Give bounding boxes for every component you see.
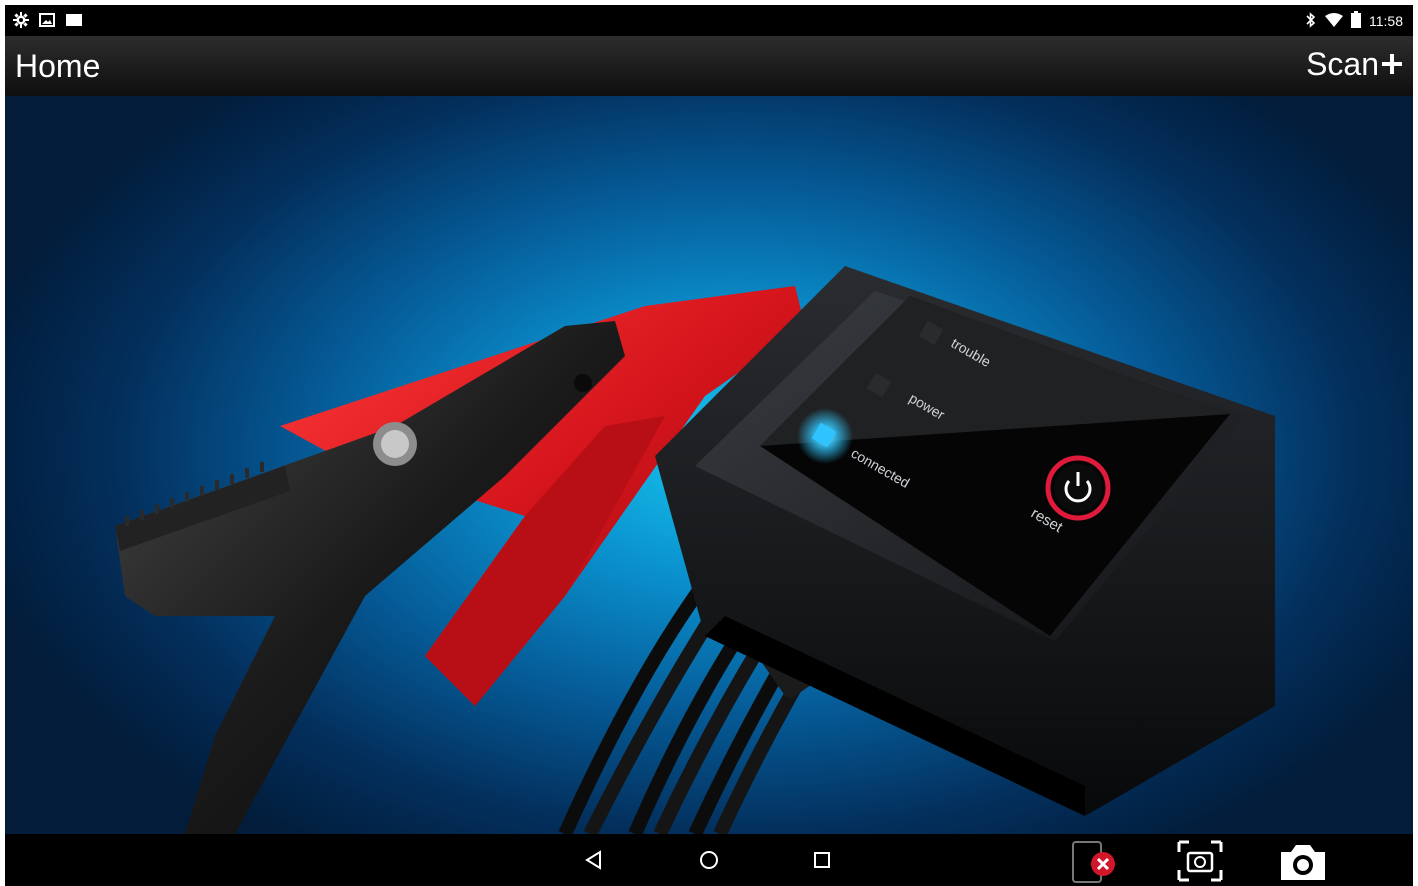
- reset-power-icon: [1045, 455, 1111, 521]
- bluetooth-icon: [1305, 11, 1317, 31]
- page-title: Home: [15, 48, 101, 84]
- home-icon[interactable]: [693, 844, 725, 876]
- settings-notification-icon: [13, 12, 29, 33]
- status-bar: 11:58: [5, 5, 1413, 36]
- camera-icon[interactable]: [1277, 840, 1329, 884]
- screenshot-region-icon[interactable]: [1175, 838, 1225, 884]
- status-right-icons: 11:58: [1305, 11, 1403, 31]
- plus-icon: [1381, 46, 1403, 83]
- device-frame: 11:58 Home Scan trouble power connected …: [5, 5, 1413, 886]
- scan-button-label: Scan: [1306, 46, 1379, 82]
- scan-button[interactable]: Scan: [1306, 46, 1403, 83]
- app-closed-icon[interactable]: [1067, 840, 1121, 884]
- battery-icon: [1351, 11, 1361, 31]
- status-left-icons: [13, 12, 83, 33]
- back-icon[interactable]: [578, 844, 610, 876]
- screen-notification-icon: [65, 13, 83, 32]
- hero-image: trouble power connected reset: [5, 96, 1413, 834]
- recents-icon[interactable]: [806, 844, 838, 876]
- wifi-icon: [1325, 12, 1343, 30]
- status-time: 11:58: [1369, 13, 1403, 29]
- image-notification-icon: [39, 13, 55, 32]
- navigation-bar: [5, 834, 1413, 886]
- action-bar: Home Scan: [5, 36, 1413, 97]
